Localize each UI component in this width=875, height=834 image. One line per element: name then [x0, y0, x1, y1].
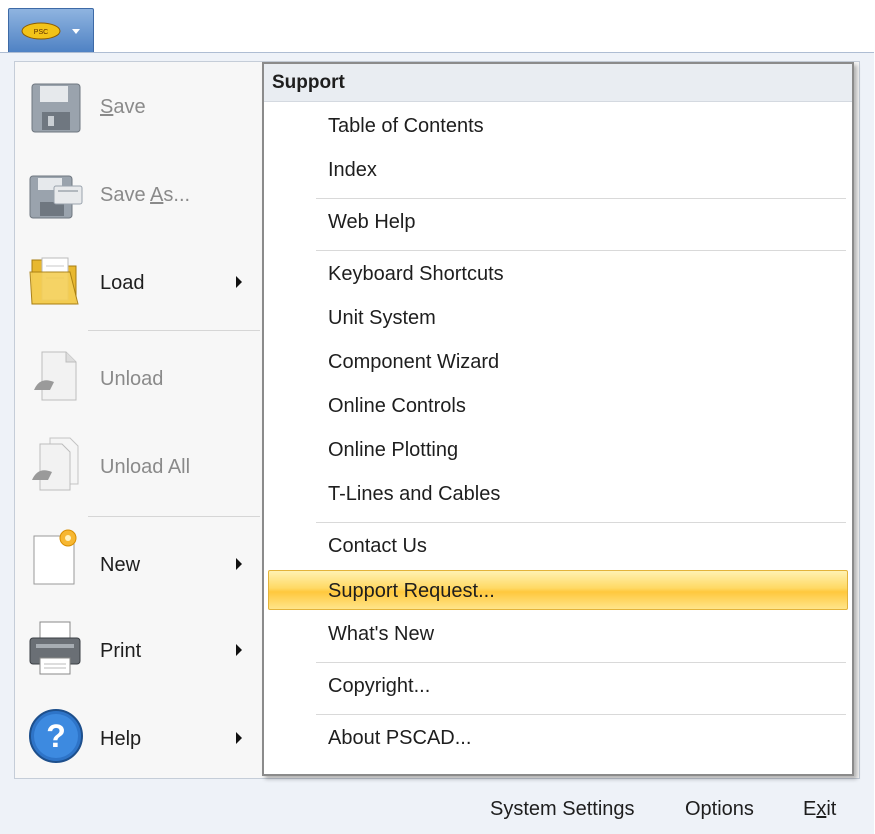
- submenu-arrow-icon: [236, 558, 242, 570]
- floppy-disks-icon: [29, 175, 83, 219]
- menu-separator: [316, 714, 846, 715]
- print-label: Print: [100, 640, 142, 662]
- svg-text:?: ?: [46, 718, 66, 754]
- contact-us-item[interactable]: Contact Us: [264, 526, 852, 566]
- menu-separator: [88, 330, 260, 331]
- index-item[interactable]: Index: [264, 150, 852, 190]
- print-menu-item[interactable]: Print: [14, 608, 260, 692]
- unit-system-item[interactable]: Unit System: [264, 298, 852, 338]
- documents-unload-icon: [32, 437, 79, 491]
- help-icon: ?: [29, 709, 83, 763]
- load-menu-item[interactable]: Load: [14, 240, 260, 324]
- save-label: Save: [100, 96, 146, 118]
- submenu-arrow-icon: [236, 276, 242, 288]
- whats-new-item[interactable]: What's New: [264, 614, 852, 654]
- submenu-arrow-icon: [236, 644, 242, 656]
- menu-separator: [88, 516, 260, 517]
- support-request-item[interactable]: Support Request...: [268, 570, 848, 610]
- keyboard-shortcuts-item[interactable]: Keyboard Shortcuts: [264, 254, 852, 294]
- save-as-menu-item[interactable]: Save As...: [14, 154, 260, 238]
- unload-label: Unload: [100, 368, 164, 390]
- submenu-arrow-icon: [236, 732, 242, 744]
- options-button[interactable]: Options: [685, 798, 754, 821]
- support-submenu: Support Table of Contents Index Web Help…: [262, 62, 854, 776]
- system-settings-button[interactable]: System Settings: [490, 798, 635, 821]
- printer-icon: [29, 621, 81, 675]
- online-plotting-item[interactable]: Online Plotting: [264, 430, 852, 470]
- menu-separator: [316, 522, 846, 523]
- menu-separator: [316, 198, 846, 199]
- help-label: Help: [100, 728, 142, 750]
- new-label: New: [100, 554, 141, 576]
- load-label: Load: [100, 272, 145, 294]
- table-of-contents-item[interactable]: Table of Contents: [264, 106, 852, 146]
- menu-separator: [316, 662, 846, 663]
- folder-icon: [29, 257, 79, 305]
- component-wizard-item[interactable]: Component Wizard: [264, 342, 852, 382]
- about-pscad-item[interactable]: About PSCAD...: [264, 718, 852, 758]
- online-controls-item[interactable]: Online Controls: [264, 386, 852, 426]
- save-menu-item[interactable]: Save: [14, 66, 260, 150]
- web-help-item[interactable]: Web Help: [264, 202, 852, 242]
- t-lines-and-cables-item[interactable]: T-Lines and Cables: [264, 474, 852, 514]
- new-menu-item[interactable]: New: [14, 520, 260, 604]
- dropdown-arrow-icon: [72, 29, 80, 34]
- new-document-icon: [33, 529, 77, 585]
- save-as-label: Save As...: [100, 184, 191, 206]
- copyright-item[interactable]: Copyright...: [264, 666, 852, 706]
- submenu-header: Support: [264, 64, 852, 102]
- unload-all-menu-item[interactable]: Unload All: [14, 424, 260, 508]
- menu-separator: [316, 250, 846, 251]
- document-unload-icon: [34, 351, 77, 401]
- exit-button[interactable]: Exit: [803, 798, 836, 821]
- unload-all-label: Unload All: [100, 456, 191, 478]
- svg-text:PSC: PSC: [34, 29, 48, 36]
- unload-menu-item[interactable]: Unload: [14, 336, 260, 420]
- application-menu-button[interactable]: PSC: [8, 8, 94, 52]
- pscad-logo-icon: PSC: [21, 22, 61, 40]
- help-menu-item[interactable]: ? Help: [14, 696, 260, 780]
- floppy-disk-icon: [31, 83, 81, 133]
